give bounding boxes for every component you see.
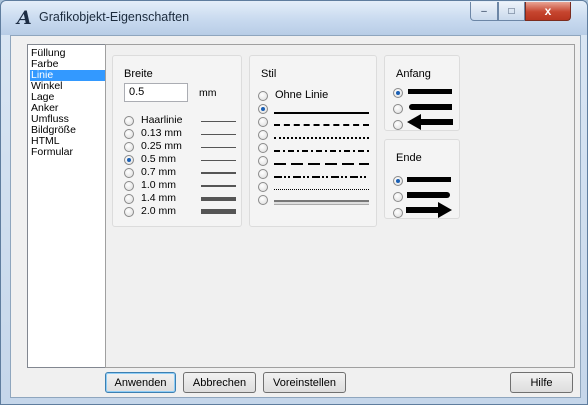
anfang-title: Anfang: [396, 68, 431, 80]
width-radio-14[interactable]: [124, 194, 134, 204]
end-plain-icon: [407, 177, 451, 182]
ende-title: Ende: [396, 152, 422, 164]
line-properties-panel: Breite 0.5 mm Haarlinie 0.13 mm 0.25 mm …: [105, 44, 575, 368]
width-label-07: 0.7 mm: [141, 166, 177, 178]
cancel-button[interactable]: Abbrechen: [183, 372, 256, 393]
category-list[interactable]: Füllung Farbe Linie Winkel Lage Anker Um…: [27, 44, 107, 368]
apply-button[interactable]: Anwenden: [105, 372, 176, 393]
style-sample-dash-dot: [274, 150, 369, 152]
start-rounded-icon: [409, 104, 452, 110]
style-radio-none[interactable]: [258, 91, 268, 101]
style-radio-long-dash[interactable]: [258, 156, 268, 166]
width-radio-07[interactable]: [124, 168, 134, 178]
style-label-none: Ohne Linie: [275, 89, 329, 101]
start-radio-plain[interactable]: [393, 88, 403, 98]
width-sample-line: [201, 209, 236, 214]
end-rounded-icon: [407, 192, 450, 198]
breite-group: Breite 0.5 mm Haarlinie 0.13 mm 0.25 mm …: [112, 55, 242, 227]
style-radio-solid[interactable]: [258, 104, 268, 114]
width-sample-line: [201, 197, 236, 201]
category-item-formular[interactable]: Formular: [30, 147, 106, 158]
style-sample-dashed: [274, 124, 369, 126]
width-radio-haarlinie[interactable]: [124, 116, 134, 126]
width-radio-05[interactable]: [124, 155, 134, 165]
width-radio-025[interactable]: [124, 142, 134, 152]
style-sample-long-dash: [274, 163, 369, 165]
stil-group: Stil Ohne Linie: [249, 55, 377, 227]
help-button[interactable]: Hilfe: [510, 372, 573, 393]
start-radio-arrow[interactable]: [393, 120, 403, 130]
width-radio-013[interactable]: [124, 129, 134, 139]
preset-button[interactable]: Voreinstellen: [263, 372, 346, 393]
minimize-button[interactable]: –: [470, 2, 498, 21]
maximize-button[interactable]: □: [498, 2, 525, 21]
width-label-05: 0.5 mm: [141, 153, 177, 165]
width-unit-label: mm: [199, 87, 217, 99]
width-sample-line: [201, 185, 236, 187]
width-label-013: 0.13 mm: [141, 127, 182, 139]
width-radio-10[interactable]: [124, 181, 134, 191]
dialog-window: A Grafikobjekt-Eigenschaften – □ x Füllu…: [0, 0, 588, 405]
style-radio-double[interactable]: [258, 195, 268, 205]
style-radio-dotted[interactable]: [258, 130, 268, 140]
start-radio-rounded[interactable]: [393, 104, 403, 114]
width-label-10: 1.0 mm: [141, 179, 177, 191]
end-radio-plain[interactable]: [393, 176, 403, 186]
breite-title: Breite: [124, 68, 153, 80]
ende-group: Ende: [384, 139, 460, 219]
anfang-group: Anfang: [384, 55, 460, 131]
style-sample-double: [274, 200, 369, 205]
close-button[interactable]: x: [525, 2, 571, 21]
width-label-14: 1.4 mm: [141, 192, 177, 204]
app-logo-icon: A: [17, 7, 32, 29]
width-sample-line: [201, 160, 236, 161]
style-radio-fine-dotted[interactable]: [258, 182, 268, 192]
width-radio-20[interactable]: [124, 207, 134, 217]
style-sample-dash-dot-dot: [274, 176, 369, 178]
width-sample-line: [201, 172, 236, 174]
window-title: Grafikobjekt-Eigenschaften: [39, 10, 190, 24]
style-sample-dotted: [274, 137, 369, 139]
style-radio-dash-dot-dot[interactable]: [258, 169, 268, 179]
start-arrow-icon: [407, 114, 453, 130]
end-arrow-icon: [406, 202, 452, 218]
style-sample-fine-dotted: [274, 189, 369, 190]
width-sample-line: [201, 121, 236, 122]
width-label-20: 2.0 mm: [141, 205, 177, 217]
end-radio-rounded[interactable]: [393, 192, 403, 202]
dialog-client-area: Füllung Farbe Linie Winkel Lage Anker Um…: [10, 35, 581, 398]
stil-title: Stil: [261, 68, 277, 80]
end-radio-arrow[interactable]: [393, 208, 403, 218]
width-input[interactable]: 0.5: [124, 83, 188, 102]
title-bar[interactable]: A Grafikobjekt-Eigenschaften – □ x: [1, 1, 587, 35]
width-label-025: 0.25 mm: [141, 140, 182, 152]
width-sample-line: [201, 147, 236, 148]
style-radio-dash-dot[interactable]: [258, 143, 268, 153]
start-plain-icon: [408, 89, 452, 94]
style-radio-dashed[interactable]: [258, 117, 268, 127]
width-label-haarlinie: Haarlinie: [141, 114, 183, 126]
style-sample-solid: [274, 112, 369, 114]
width-sample-line: [201, 134, 236, 135]
